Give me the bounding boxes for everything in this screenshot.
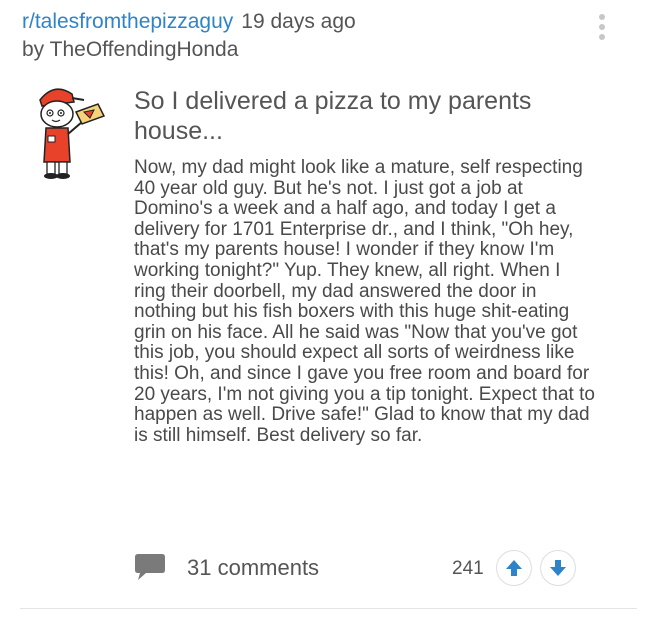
- menu-dot: [599, 24, 605, 30]
- arrow-down-icon: [550, 560, 566, 576]
- author-byline[interactable]: by TheOffendingHonda: [22, 36, 356, 64]
- pizza-delivery-mascot-icon: [39, 88, 106, 179]
- header-line-1: r/talesfromthepizzaguy 19 days ago: [22, 8, 356, 36]
- more-options-button[interactable]: [599, 14, 607, 44]
- menu-dot: [599, 34, 605, 40]
- comments-link[interactable]: 31 comments: [187, 555, 319, 581]
- speech-bubble-icon[interactable]: [134, 552, 166, 587]
- post-body: Now, my dad might look like a mature, se…: [134, 157, 595, 446]
- score-count: 241: [452, 558, 484, 579]
- arrow-up-icon: [506, 560, 522, 576]
- post-title[interactable]: So I delivered a pizza to my parents hou…: [134, 86, 604, 146]
- subreddit-link[interactable]: r/talesfromthepizzaguy: [22, 10, 233, 33]
- post-header: r/talesfromthepizzaguy 19 days ago by The…: [22, 8, 356, 64]
- post-footer: 31 comments 241: [134, 548, 594, 588]
- post-time: 19 days ago: [241, 10, 356, 33]
- divider: [20, 608, 637, 609]
- post-thumbnail[interactable]: [28, 82, 108, 182]
- vertical-dots-icon: [599, 14, 605, 20]
- upvote-button[interactable]: [496, 550, 532, 586]
- downvote-button[interactable]: [540, 550, 576, 586]
